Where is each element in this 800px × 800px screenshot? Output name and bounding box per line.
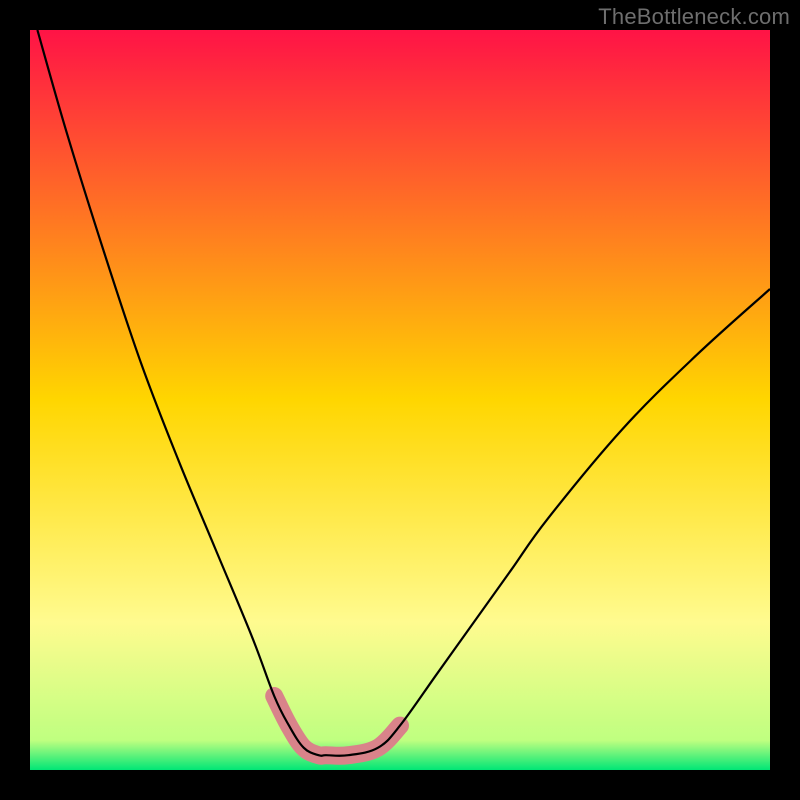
bottleneck-curve	[37, 30, 770, 756]
watermark-text: TheBottleneck.com	[598, 4, 790, 30]
plot-area	[30, 30, 770, 770]
curve-layer	[30, 30, 770, 770]
